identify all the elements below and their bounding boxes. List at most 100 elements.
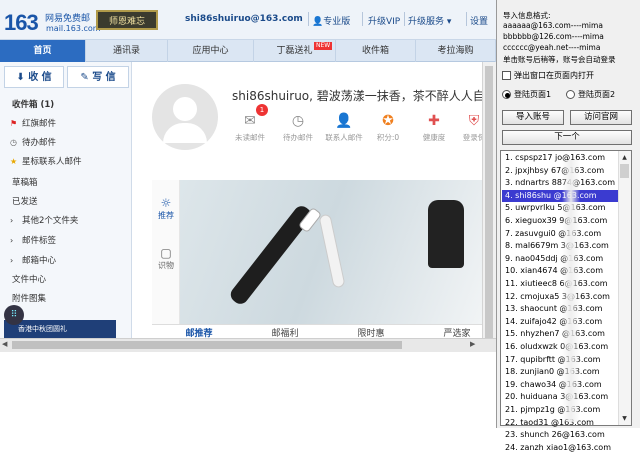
- account-list-item[interactable]: 20. huiduana 3@163.com: [502, 391, 618, 404]
- account-list-item[interactable]: 9. nao045ddj @163.com: [502, 253, 618, 266]
- receive-mail-label: 收 信: [28, 72, 52, 83]
- avatar-head-shape: [173, 97, 197, 121]
- sidebar-item-inbox[interactable]: 收件箱 (1): [12, 98, 54, 110]
- stat-health[interactable]: ✚ 健康度: [414, 112, 454, 143]
- receive-mail-button[interactable]: ⬇ 收 信: [4, 66, 64, 88]
- promo-side-identify-label: 识物: [158, 261, 174, 270]
- scroll-right-icon[interactable]: ▶: [470, 340, 475, 348]
- account-list-item[interactable]: 2. jpxjhbsy 67@163.com: [502, 165, 618, 178]
- sidebar-item-tags-label: 邮件标签: [22, 236, 57, 246]
- account-list-scroll-thumb[interactable]: [620, 164, 629, 178]
- sidebar-item-drafts[interactable]: 草稿箱: [12, 176, 38, 188]
- flag-icon: ⚑: [10, 119, 18, 128]
- account-list-item[interactable]: 21. pjmpz1g @163.com: [502, 404, 618, 417]
- sidebar-banner[interactable]: 香港中秋团圆礼: [4, 320, 116, 338]
- login-page-1-radio[interactable]: [502, 90, 511, 99]
- promo-side-identify[interactable]: ▢ 识物: [152, 246, 180, 271]
- upgrade-vip-link[interactable]: 升级VIP: [368, 14, 400, 27]
- tab-kaola[interactable]: 考拉海购: [416, 40, 496, 62]
- account-list-item[interactable]: 1. cspspz17 jo@163.com: [502, 152, 618, 165]
- brand-name: 网易免费邮: [45, 14, 91, 24]
- popup-in-page-label: 弹出窗口在页面内打开: [514, 71, 594, 80]
- account-list-item[interactable]: 15. nhyzhen7 @163.com: [502, 328, 618, 341]
- stat-unread[interactable]: ✉ 未读邮件: [230, 112, 270, 143]
- login-page-2-radio[interactable]: [566, 90, 575, 99]
- account-list-item[interactable]: 7. zasuvgui0 @163.com: [502, 228, 618, 241]
- account-list-scrollbar[interactable]: [618, 151, 631, 425]
- account-list-item[interactable]: 23. shunch 26@163.com: [502, 429, 618, 442]
- new-badge: NEW: [314, 42, 333, 50]
- health-kit-icon: ✚: [428, 113, 440, 129]
- sidebar-item-tags[interactable]: › 邮件标签: [10, 234, 56, 246]
- chevron-right-icon: ›: [10, 256, 14, 265]
- sidebar-item-flagged-label: 红旗邮件: [22, 119, 57, 129]
- tab-home[interactable]: 首页: [0, 40, 86, 62]
- account-list-item[interactable]: 19. chawo34 @163.com: [502, 379, 618, 392]
- page-horizontal-scroll-thumb[interactable]: [12, 341, 402, 349]
- privacy-blur-overlay: [562, 160, 580, 422]
- account-list-item[interactable]: 16. oludxwzk 0@163.com: [502, 341, 618, 354]
- account-list-item[interactable]: 10. xian4674 @163.com: [502, 265, 618, 278]
- sidebar-item-flagged[interactable]: ⚑ 红旗邮件: [10, 117, 56, 129]
- account-list-item[interactable]: 12. cmojuxa5 3@163.com: [502, 291, 618, 304]
- scroll-up-icon[interactable]: ▲: [619, 152, 630, 163]
- account-list-item[interactable]: 17. qupibrftt @163.com: [502, 354, 618, 367]
- sidebar-item-other-folders-label: 其他2个文件夹: [22, 216, 79, 226]
- sidebar-item-other-folders[interactable]: › 其他2个文件夹: [10, 214, 78, 226]
- tab-inbox[interactable]: 收件箱: [336, 40, 416, 62]
- scroll-left-icon[interactable]: ◀: [2, 340, 7, 348]
- mail-logo[interactable]: 163: [4, 10, 39, 36]
- sidebar-item-todo-label: 待办邮件: [22, 138, 57, 148]
- stat-points[interactable]: ✪ 积分:0: [368, 112, 408, 143]
- import-accounts-button[interactable]: 导入账号: [502, 110, 564, 125]
- clock-icon: ◷: [291, 113, 305, 129]
- write-mail-label: 写 信: [92, 72, 116, 83]
- chevron-down-icon: ▾: [444, 17, 452, 27]
- promo-side-recommend[interactable]: ☼ 推荐: [152, 196, 180, 221]
- account-list-item[interactable]: 5. uwrpvrlku 5@163.com: [502, 202, 618, 215]
- settings-link[interactable]: 设置: [470, 14, 488, 27]
- sidebar-item-mail-center[interactable]: › 邮箱中心: [10, 254, 56, 266]
- login-page-1-label: 登陆页面1: [514, 90, 552, 99]
- radio-selected-dot: [505, 93, 510, 98]
- account-list-item[interactable]: 18. zunjian0 @163.com: [502, 366, 618, 379]
- page-vertical-scroll-thumb[interactable]: [485, 66, 493, 346]
- sidebar-item-file-center[interactable]: 文件中心: [12, 273, 46, 285]
- sidebar-item-attachments[interactable]: 附件图集: [12, 292, 46, 304]
- sun-icon: ☼: [160, 196, 172, 210]
- app-grid-icon[interactable]: ⠿: [4, 305, 24, 325]
- account-list-item[interactable]: 4. shi86shu @163.com: [502, 189, 618, 203]
- account-list-item[interactable]: 3. ndnartrs 8874@163.com: [502, 177, 618, 190]
- info-format-title: 导入信息格式:: [503, 11, 551, 20]
- scroll-down-icon[interactable]: ▼: [619, 413, 630, 424]
- tab-app-center[interactable]: 应用中心: [168, 40, 254, 62]
- stat-contacts[interactable]: 👤 联系人邮件: [324, 112, 364, 143]
- upgrade-service-link[interactable]: 升级服务 ▾: [408, 14, 451, 27]
- theme-badge: 师恩难忘: [96, 10, 158, 30]
- promo-side-recommend-label: 推荐: [158, 211, 174, 220]
- write-mail-button[interactable]: ✎ 写 信: [67, 66, 129, 88]
- stat-health-label: 健康度: [422, 133, 446, 142]
- tab-contacts[interactable]: 通讯录: [86, 40, 168, 62]
- sidebar-item-todo[interactable]: ◷ 待办邮件: [10, 136, 56, 148]
- top-separator: [466, 12, 467, 26]
- user-email[interactable]: shi86shuiruo@163.com: [185, 14, 303, 24]
- info-format-line: aaaaaa@163.com----mima: [503, 21, 603, 30]
- next-account-button[interactable]: 下一个: [502, 130, 632, 145]
- frame-icon: ▢: [160, 246, 172, 260]
- account-list-item[interactable]: 14. zuifajo42 @163.com: [502, 316, 618, 329]
- sidebar-item-sent[interactable]: 已发送: [12, 195, 38, 207]
- popup-in-page-checkbox[interactable]: [502, 71, 511, 80]
- visit-site-button[interactable]: 访问官网: [570, 110, 632, 125]
- sidebar-item-starred[interactable]: ★ 星标联系人邮件: [10, 155, 82, 167]
- stat-todo[interactable]: ◷ 待办邮件: [278, 112, 318, 143]
- account-list-item[interactable]: 22. taod31 @163.com: [502, 417, 618, 430]
- account-list-item[interactable]: 13. shaocunt @163.com: [502, 303, 618, 316]
- contact-star-icon: 👤: [335, 113, 353, 129]
- account-list-item[interactable]: 6. xieguox39 9@163.com: [502, 215, 618, 228]
- account-list-item[interactable]: 11. xiutieec8 6@163.com: [502, 278, 618, 291]
- account-list-item[interactable]: 8. mal6679m 3@163.com: [502, 240, 618, 253]
- account-list-item[interactable]: 24. zanzh xiao1@163.com: [502, 442, 618, 454]
- pro-version-link[interactable]: 👤专业版: [312, 14, 350, 27]
- brand-domain: mail.163.com: [46, 24, 101, 33]
